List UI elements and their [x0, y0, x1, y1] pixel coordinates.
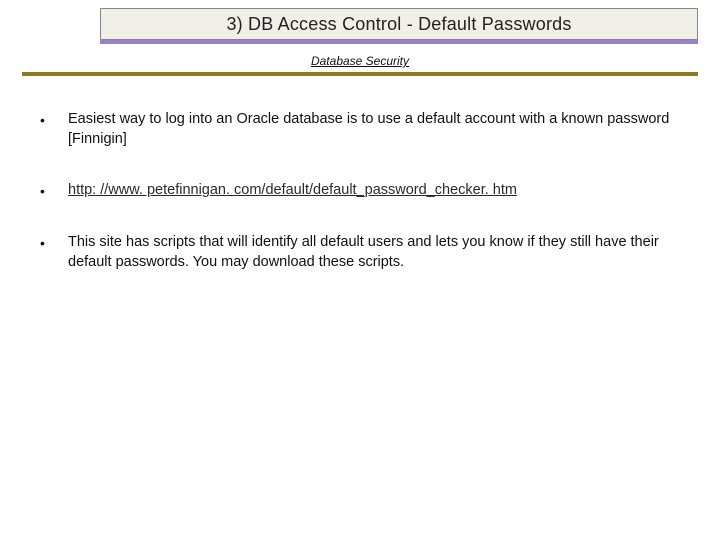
title-underline-bar: [100, 40, 698, 44]
slide-title-band: 3) DB Access Control - Default Passwords: [100, 8, 698, 40]
divider-bar: [22, 72, 698, 76]
bullet-item: • http: //www. petefinnigan. com/default…: [40, 181, 690, 201]
slide-title: 3) DB Access Control - Default Passwords: [226, 14, 571, 35]
slide-subtitle: Database Security: [0, 54, 720, 68]
slide-content: • Easiest way to log into an Oracle data…: [40, 110, 690, 304]
bullet-text: Easiest way to log into an Oracle databa…: [68, 110, 690, 149]
bullet-item: • This site has scripts that will identi…: [40, 233, 690, 272]
link-text[interactable]: http: //www. petefinnigan. com/default/d…: [68, 182, 517, 198]
bullet-item: • Easiest way to log into an Oracle data…: [40, 110, 690, 149]
bullet-marker: •: [40, 181, 68, 201]
bullet-marker: •: [40, 110, 68, 130]
bullet-link[interactable]: http: //www. petefinnigan. com/default/d…: [68, 181, 690, 201]
bullet-marker: •: [40, 233, 68, 253]
bullet-text: This site has scripts that will identify…: [68, 233, 690, 272]
